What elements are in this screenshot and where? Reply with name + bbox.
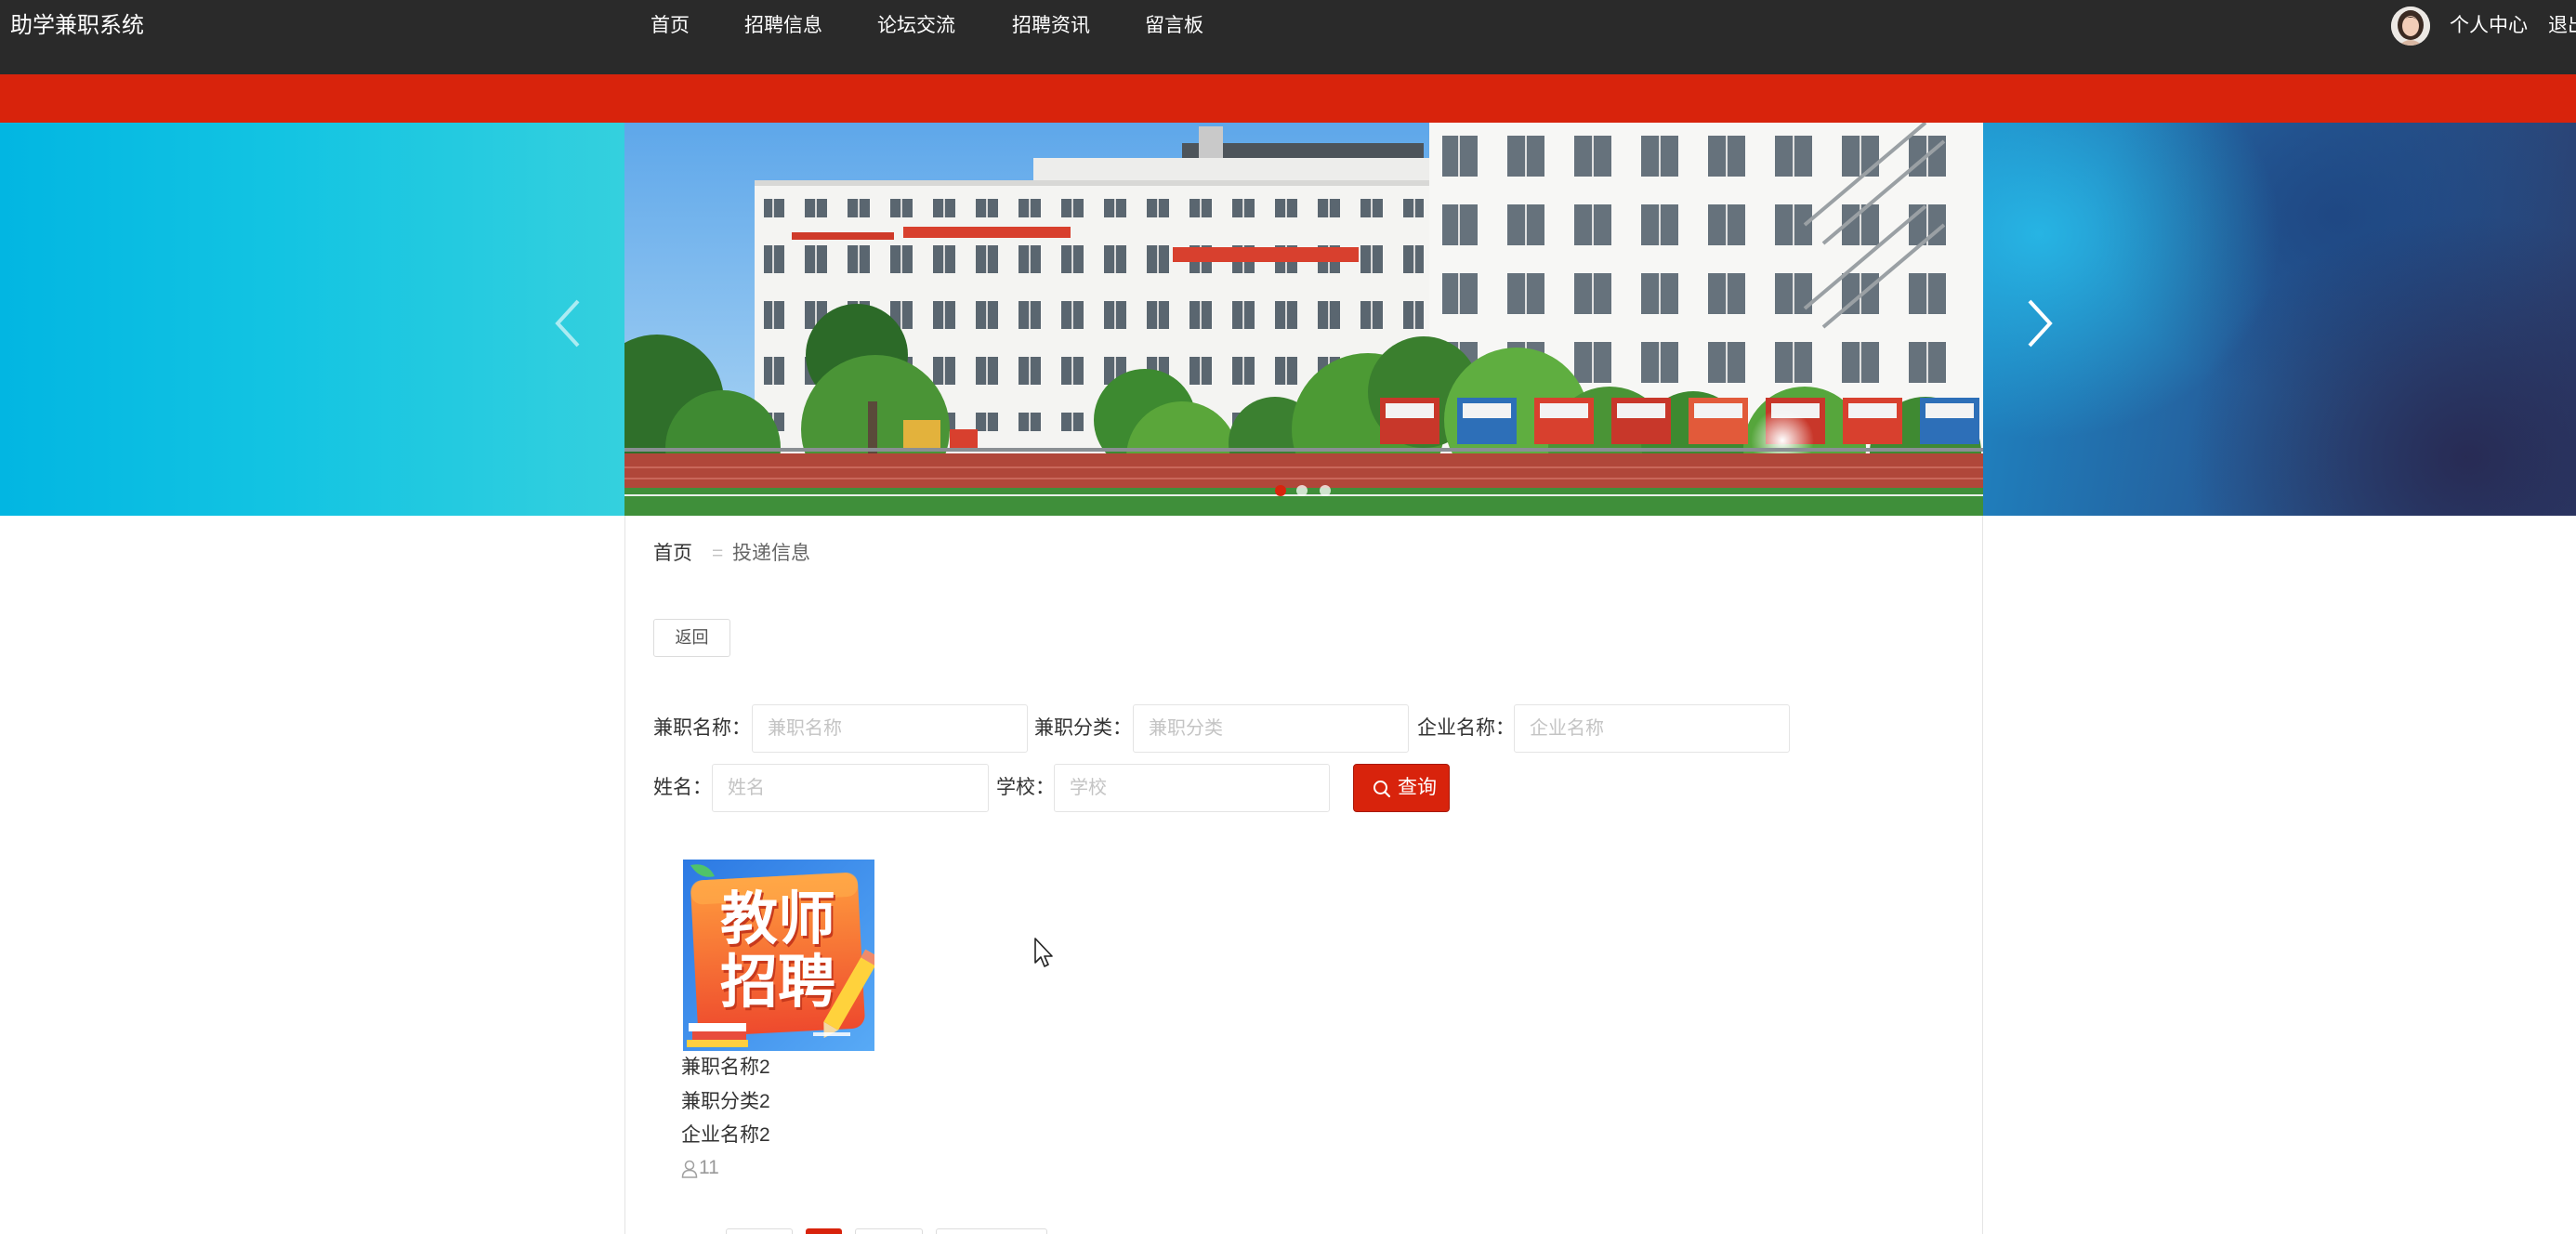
breadcrumb-current: 投递信息 [732,543,810,564]
banner-carousel [0,123,2576,516]
banner-slide-image[interactable] [624,123,1983,516]
filter-label-school: 学校： [996,777,1055,798]
avatar[interactable] [2391,7,2430,46]
carousel-indicators [1275,485,1340,496]
job-card-name[interactable]: 兼职名称2 [681,1051,770,1084]
pagination-page-size-select[interactable] [936,1228,1047,1234]
back-button[interactable]: 返回 [653,619,730,657]
nav-item-jobs[interactable]: 招聘信息 [744,13,822,39]
banner-background-right [1983,123,2576,516]
job-category-input[interactable] [1133,704,1409,753]
breadcrumb-separator: = [712,543,724,564]
chevron-left-icon [555,299,580,348]
breadcrumb-home[interactable]: 首页 [653,542,692,566]
main-content: 首页 = 投递信息 返回 兼职名称： 兼职分类： 企业名称： 姓名： 学校： 查… [624,516,1983,1234]
carousel-next-button[interactable] [2026,297,2054,349]
carousel-dot-3[interactable] [1320,485,1331,496]
filter-label-job-category: 兼职分类： [1034,717,1132,739]
job-card-company: 企业名称2 [681,1124,770,1146]
job-card-category: 兼职分类2 [681,1091,770,1112]
search-button[interactable]: 查询 [1353,764,1450,812]
pagination-next-button[interactable] [855,1228,923,1234]
pagination-page-current[interactable] [806,1228,842,1234]
job-card-applicant-count: 11 [681,1151,793,1185]
nav-item-forum[interactable]: 论坛交流 [877,13,955,39]
carousel-dot-1[interactable] [1275,485,1286,496]
nav-item-news[interactable]: 招聘资讯 [1012,13,1090,39]
company-name-input[interactable] [1514,704,1790,753]
search-icon [1373,781,1391,798]
user-center-link[interactable]: 个人中心 [2450,13,2528,39]
search-button-label: 查询 [1398,777,1437,798]
carousel-dot-2[interactable] [1296,485,1308,496]
filter-label-company-name: 企业名称： [1417,717,1515,739]
top-navbar: 助学兼职系统 首页 招聘信息 论坛交流 招聘资讯 留言板 个人中心 退出 [0,0,2576,74]
filter-label-name: 姓名： [653,777,712,798]
poster-text-line-1: 教师 [720,887,836,952]
job-card-image[interactable]: 教师 招聘 [683,860,874,1051]
job-name-input[interactable] [752,704,1028,753]
user-icon [681,1160,698,1178]
poster-text-line-2: 招聘 [720,951,836,1015]
chevron-right-icon [2028,299,2053,348]
logout-link[interactable]: 退出 [2548,13,2576,39]
pagination-prev-button[interactable] [726,1228,793,1234]
campus-photo [624,123,1983,516]
nav-item-home[interactable]: 首页 [651,13,690,39]
carousel-prev-button[interactable] [554,297,582,349]
school-input[interactable] [1054,764,1330,812]
mouse-cursor-icon [1034,938,1053,967]
banner-background-left [0,123,624,516]
accent-bar [0,74,2576,123]
applicant-count-value: 11 [699,1157,719,1178]
nav-item-message-board[interactable]: 留言板 [1145,13,1203,39]
app-title[interactable]: 助学兼职系统 [10,13,144,39]
name-input[interactable] [712,764,989,812]
filter-label-job-name: 兼职名称： [653,717,751,739]
